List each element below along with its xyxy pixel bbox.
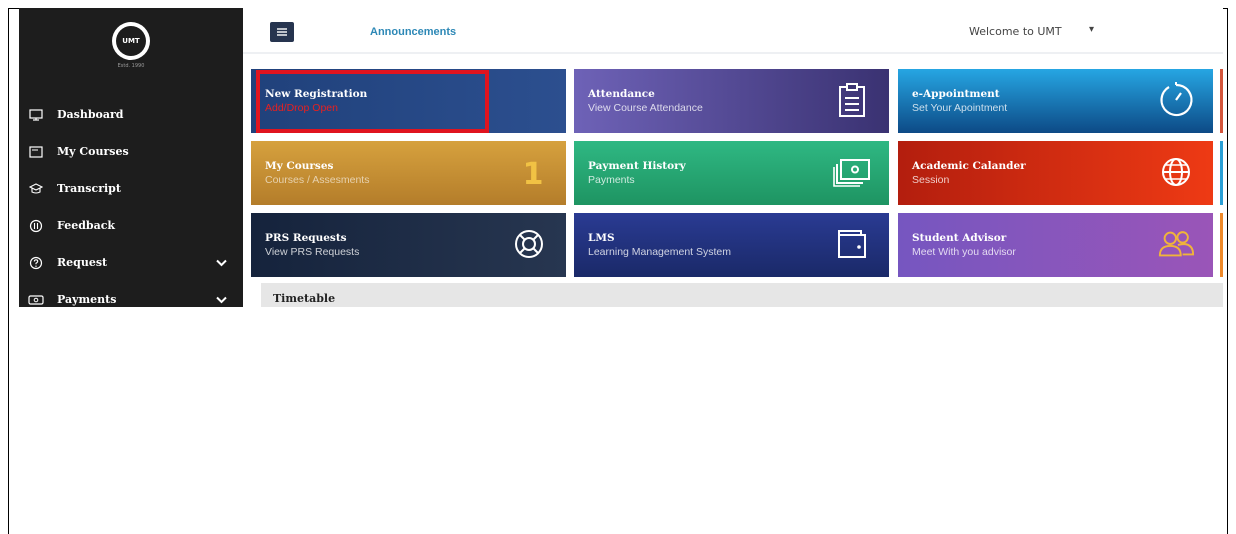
money-icon — [833, 153, 871, 191]
sidebar-item-payments[interactable]: Payments — [19, 281, 243, 318]
umt-logo: UMT — [112, 22, 150, 60]
wallet-icon — [833, 225, 871, 263]
tile-subtitle: Courses / Assesments — [265, 174, 370, 186]
tile-subtitle: Add/Drop Open — [265, 102, 338, 114]
sidebar-item-label: Request — [57, 256, 108, 269]
menu-toggle-button[interactable] — [270, 22, 294, 42]
welcome-text[interactable]: Welcome to UMT — [969, 25, 1062, 38]
sidebar-item-label: My Courses — [57, 145, 129, 158]
sidebar-item-label: Dashboard — [57, 108, 124, 121]
hamburger-icon — [277, 23, 287, 41]
timetable-title: Timetable — [273, 292, 336, 305]
tile-academic-calander[interactable]: Academic Calander Session — [898, 141, 1213, 205]
tile-title: New Registration — [265, 88, 368, 100]
chevron-down-icon[interactable] — [216, 254, 227, 272]
lifebuoy-icon — [510, 225, 548, 263]
sidebar-item-dashboard[interactable]: Dashboard — [19, 96, 243, 133]
tile-e-appointment[interactable]: e-Appointment Set Your Apointment — [898, 69, 1213, 133]
logo-established: Estd. 1990 — [117, 63, 145, 69]
tile-student-advisor[interactable]: Student Advisor Meet With you advisor — [898, 213, 1213, 277]
monitor-icon — [27, 108, 45, 122]
tile-subtitle: View PRS Requests — [265, 246, 360, 258]
tile-subtitle: View Course Attendance — [588, 102, 703, 114]
tile-edge — [1220, 213, 1223, 277]
tile-subtitle: Session — [912, 174, 950, 186]
logo-area[interactable]: UMT Estd. 1990 — [19, 8, 243, 78]
tile-title: Academic Calander — [912, 160, 1026, 172]
tile-my-courses[interactable]: My Courses Courses / Assesments 1 — [251, 141, 566, 205]
sidebar-item-label: Feedback — [57, 219, 116, 232]
tile-lms[interactable]: LMS Learning Management System — [574, 213, 889, 277]
sidebar-item-request[interactable]: Request — [19, 244, 243, 281]
tile-title: e-Appointment — [912, 88, 1000, 100]
tile-new-registration[interactable]: New Registration Add/Drop Open — [251, 69, 566, 133]
tile-title: Payment History — [588, 160, 686, 172]
tile-subtitle: Payments — [588, 174, 635, 186]
graduation-cap-icon — [27, 182, 45, 196]
sidebar-item-my-courses[interactable]: My Courses — [19, 133, 243, 170]
chevron-down-icon[interactable] — [216, 291, 227, 309]
clipboard-icon — [833, 81, 871, 119]
announcements-link[interactable]: Announcements — [370, 26, 456, 38]
tile-subtitle: Learning Management System — [588, 246, 731, 258]
book-icon — [27, 145, 45, 159]
user-menu-caret-icon[interactable]: ▾ — [1089, 24, 1094, 35]
course-count: 1 — [522, 156, 544, 192]
tile-edge — [1220, 141, 1223, 205]
users-icon — [1157, 225, 1195, 263]
tile-title: LMS — [588, 232, 615, 244]
tile-subtitle: Meet With you advisor — [912, 246, 1016, 258]
sidebar: UMT Estd. 1990 Dashboard My Courses Tran… — [19, 8, 243, 307]
tile-title: My Courses — [265, 160, 334, 172]
question-icon — [27, 256, 45, 270]
tile-attendance[interactable]: Attendance View Course Attendance — [574, 69, 889, 133]
logo-text: UMT — [116, 26, 146, 56]
tile-title: Attendance — [588, 88, 655, 100]
sidebar-item-label: Transcript — [57, 182, 121, 195]
tile-title: PRS Requests — [265, 232, 347, 244]
timetable-panel: Timetable — [261, 283, 1223, 307]
tile-payment-history[interactable]: Payment History Payments — [574, 141, 889, 205]
tile-edge — [1220, 69, 1223, 133]
sidebar-nav: Dashboard My Courses Transcript Feedback… — [19, 96, 243, 318]
sidebar-item-transcript[interactable]: Transcript — [19, 170, 243, 207]
globe-icon — [1157, 153, 1195, 191]
payment-icon — [27, 293, 45, 307]
tile-prs-requests[interactable]: PRS Requests View PRS Requests — [251, 213, 566, 277]
top-bar: Announcements Welcome to UMT ▾ — [243, 8, 1223, 54]
tile-subtitle: Set Your Apointment — [912, 102, 1008, 114]
sidebar-item-label: Payments — [57, 293, 117, 306]
sidebar-item-feedback[interactable]: Feedback — [19, 207, 243, 244]
stopwatch-icon — [1157, 81, 1195, 119]
tile-title: Student Advisor — [912, 232, 1007, 244]
feedback-icon — [27, 219, 45, 233]
